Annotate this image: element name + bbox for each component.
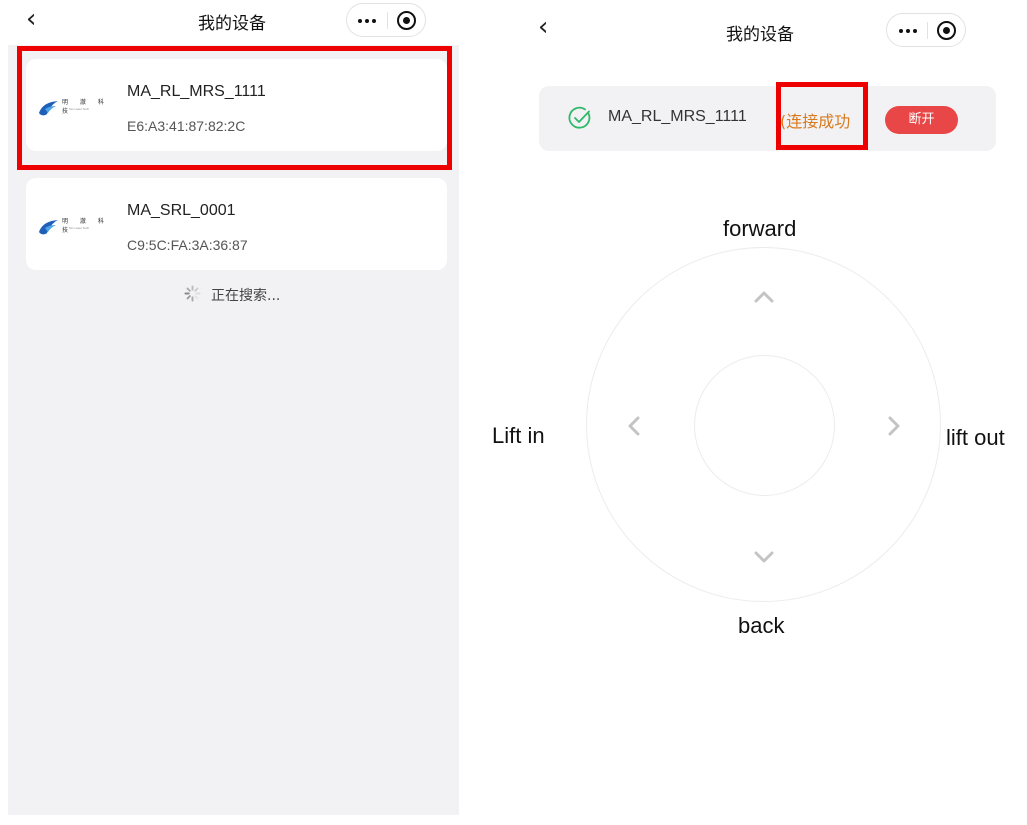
capsule-divider xyxy=(927,22,928,39)
check-circle-icon xyxy=(568,106,591,129)
connection-bar: MA_RL_MRS_1111 (连接成功 断开 xyxy=(539,86,996,151)
device-item[interactable]: 明 澈 科 技 Tec Laser Tech MA_SRL_0001 C9:5C… xyxy=(26,178,447,270)
mini-program-capsule xyxy=(346,3,426,37)
chevron-right-icon[interactable] xyxy=(879,411,909,441)
capsule-divider xyxy=(387,12,388,29)
logo-text-cn: 明 澈 科 技 xyxy=(62,218,109,234)
lift-in-label: Lift in xyxy=(492,423,545,448)
spinner-icon xyxy=(184,285,201,302)
mini-program-capsule xyxy=(886,13,966,47)
logo-icon: 明 澈 科 技 Tec Laser Tech xyxy=(38,216,118,238)
chevron-left-icon[interactable] xyxy=(619,411,649,441)
page-title: 我的设备 xyxy=(726,25,794,45)
nav-bar: ‹ 我的设备 xyxy=(490,0,1027,47)
joystick xyxy=(586,247,941,602)
back-arrow-icon[interactable]: ‹ xyxy=(26,4,36,34)
forward-label: forward xyxy=(723,216,797,241)
chevron-down-icon[interactable] xyxy=(749,542,779,572)
more-dots-icon[interactable] xyxy=(347,4,387,36)
target-icon[interactable] xyxy=(397,11,416,30)
target-icon[interactable] xyxy=(937,21,956,40)
highlight-box xyxy=(776,82,868,150)
connected-device-name: MA_RL_MRS_1111 xyxy=(608,108,747,125)
disconnect-button[interactable]: 断开 xyxy=(885,106,958,134)
logo-text-en: Tec Laser Tech xyxy=(69,226,90,230)
device-list-screen: ‹ 我的设备 明 澈 科 技 Tec Laser Tech MA_RL_MRS_… xyxy=(8,0,459,825)
page-title: 我的设备 xyxy=(198,14,266,34)
searching-text: 正在搜索... xyxy=(211,288,281,304)
chevron-up-icon[interactable] xyxy=(749,282,779,312)
device-mac: C9:5C:FA:3A:36:87 xyxy=(127,237,248,253)
highlight-box xyxy=(17,46,452,170)
lift-out-label: lift out xyxy=(946,425,1005,450)
back-arrow-icon[interactable]: ‹ xyxy=(538,12,548,42)
nav-bar: ‹ 我的设备 xyxy=(8,0,459,45)
device-name: MA_SRL_0001 xyxy=(127,202,236,219)
back-label: back xyxy=(738,613,785,638)
joystick-center[interactable] xyxy=(694,355,835,496)
device-control-screen: ‹ 我的设备 MA_RL_MRS_1111 (连接成功 断开 forward b… xyxy=(490,0,1027,825)
more-dots-icon[interactable] xyxy=(887,14,927,46)
